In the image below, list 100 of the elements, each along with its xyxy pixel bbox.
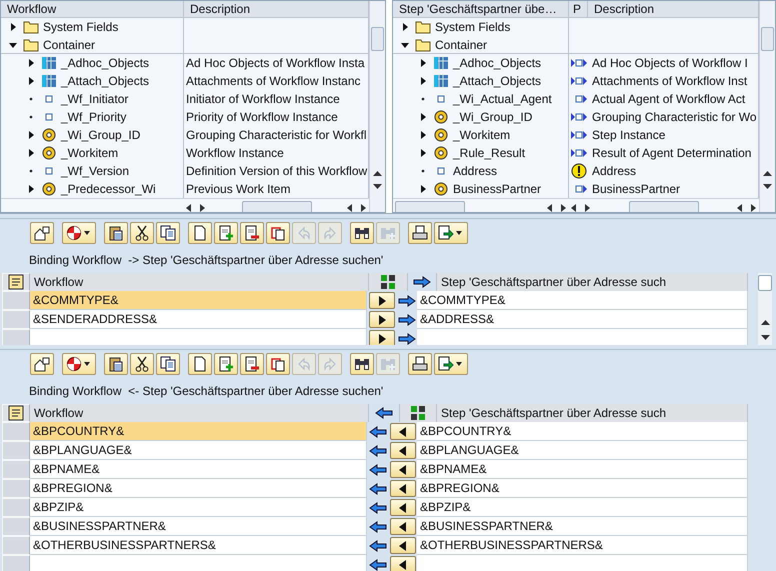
tree-node[interactable]: Address (453, 164, 498, 178)
table-cell[interactable]: &COMMTYPE& (30, 291, 367, 310)
horizontal-scrollbar[interactable] (395, 201, 567, 212)
tree-node[interactable]: _Wf_Version (61, 164, 130, 178)
table-cell[interactable]: &ADDRESS& (417, 310, 748, 329)
duplicate-button[interactable] (266, 353, 290, 375)
scroll-arrows-icon[interactable] (571, 204, 591, 212)
tree-node[interactable]: _Wi_Group_ID (453, 110, 532, 124)
tree-node[interactable]: BusinessPartner (453, 182, 542, 196)
vertical-scrollbar[interactable] (369, 1, 385, 212)
transfer-button[interactable] (369, 311, 395, 328)
scroll-arrows-icon[interactable] (760, 319, 770, 341)
scroll-thumb[interactable] (758, 275, 772, 291)
column-header[interactable]: Description (184, 1, 369, 18)
column-header[interactable]: Step 'Geschäftspartner übe… (393, 1, 569, 18)
find-button[interactable] (350, 222, 374, 244)
expand-arrow-icon[interactable] (9, 23, 17, 31)
scroll-arrows-icon[interactable] (186, 204, 206, 212)
table-cell[interactable]: &SENDERADDRESS& (30, 310, 367, 329)
expand-arrow-icon[interactable] (27, 131, 35, 139)
column-header[interactable]: P (569, 1, 588, 18)
table-settings-icon[interactable] (8, 274, 24, 290)
expand-arrow-icon[interactable] (419, 185, 427, 193)
scroll-thumb[interactable] (629, 201, 699, 212)
transfer-button[interactable] (390, 518, 416, 535)
transfer-button[interactable] (390, 442, 416, 459)
collapse-arrow-icon[interactable] (401, 40, 409, 48)
scroll-arrows-icon[interactable] (373, 170, 382, 190)
table-cell[interactable]: &BPNAME& (30, 460, 367, 479)
scroll-arrows-icon[interactable] (347, 204, 367, 212)
find-button[interactable] (350, 353, 374, 375)
check-button[interactable] (62, 353, 96, 375)
check-button[interactable] (62, 222, 96, 244)
table-cell[interactable]: &BPLANGUAGE& (30, 441, 367, 460)
tree-node[interactable]: System Fields (435, 20, 510, 34)
tree-node[interactable]: System Fields (43, 20, 118, 34)
scroll-thumb[interactable] (242, 201, 312, 212)
duplicate-button[interactable] (266, 222, 290, 244)
column-header[interactable]: Workflow (1, 1, 184, 18)
table-cell[interactable]: &BPREGION& (30, 479, 367, 498)
scroll-thumb[interactable] (761, 27, 774, 51)
transfer-button[interactable] (369, 330, 395, 345)
tree-node[interactable]: _Workitem (453, 128, 510, 142)
table-cell[interactable]: &BPNAME& (417, 460, 748, 479)
tree-node[interactable]: Container (43, 38, 96, 52)
delete-button[interactable] (240, 222, 264, 244)
scroll-thumb[interactable] (395, 201, 465, 212)
table-cell[interactable]: &BPZIP& (417, 498, 748, 517)
expand-arrow-icon[interactable] (27, 77, 35, 85)
transfer-button[interactable] (369, 292, 395, 309)
cut-button[interactable] (130, 222, 154, 244)
print-button[interactable] (408, 222, 432, 244)
expand-arrow-icon[interactable] (419, 77, 427, 85)
scroll-arrows-icon[interactable] (547, 204, 567, 212)
print-button[interactable] (408, 353, 432, 375)
table-cell[interactable]: &BPZIP& (30, 498, 367, 517)
transfer-button[interactable] (390, 461, 416, 478)
table-cell[interactable]: &BPCOUNTRY& (417, 422, 748, 441)
collapse-arrow-icon[interactable] (9, 40, 17, 48)
table-cell[interactable]: &BPREGION& (417, 479, 748, 498)
scroll-arrows-icon[interactable] (763, 170, 772, 190)
delete-button[interactable] (240, 353, 264, 375)
expand-arrow-icon[interactable] (419, 113, 427, 121)
table-cell[interactable] (417, 555, 748, 571)
vertical-scrollbar[interactable] (759, 1, 775, 212)
insert-button[interactable] (214, 353, 238, 375)
table-cell[interactable] (417, 329, 748, 345)
column-header[interactable]: Description (588, 1, 759, 18)
tree-node[interactable]: _Adhoc_Objects (453, 56, 542, 70)
tree-node[interactable]: _Attach_Objects (453, 74, 542, 88)
tree-node[interactable]: _Adhoc_Objects (61, 56, 150, 70)
transfer-button[interactable] (390, 537, 416, 554)
paste-button[interactable] (104, 222, 128, 244)
insert-button[interactable] (214, 222, 238, 244)
copy-button[interactable] (156, 353, 180, 375)
table-cell[interactable]: &BUSINESSPARTNER& (417, 517, 748, 536)
scroll-arrows-icon[interactable] (737, 204, 757, 212)
export-button[interactable] (434, 353, 468, 375)
horizontal-scrollbar[interactable] (571, 201, 757, 212)
table-cell[interactable]: &OTHERBUSINESSPARTNERS& (30, 536, 367, 555)
table-cell[interactable]: &BPLANGUAGE& (417, 441, 748, 460)
tree-node[interactable]: _Wf_Priority (61, 110, 126, 124)
expand-arrow-icon[interactable] (27, 149, 35, 157)
transfer-button[interactable] (390, 480, 416, 497)
tree-node[interactable]: _Predecessor_Wi (61, 182, 156, 196)
new-button[interactable] (188, 353, 212, 375)
tree-node[interactable]: _Wf_Initiator (61, 92, 128, 106)
table-cell[interactable]: &OTHERBUSINESSPARTNERS& (417, 536, 748, 555)
paste-button[interactable] (104, 353, 128, 375)
transfer-button[interactable] (390, 556, 416, 571)
copy-button[interactable] (156, 222, 180, 244)
grid-icon[interactable] (410, 405, 426, 421)
tree-node[interactable]: _Workitem (61, 146, 118, 160)
table-settings-icon[interactable] (8, 405, 24, 421)
table-cell[interactable] (30, 329, 367, 345)
tree-node[interactable]: _Attach_Objects (61, 74, 150, 88)
scroll-thumb[interactable] (371, 27, 384, 51)
expand-arrow-icon[interactable] (401, 23, 409, 31)
tree-node[interactable]: Container (435, 38, 488, 52)
transfer-button[interactable] (390, 499, 416, 516)
